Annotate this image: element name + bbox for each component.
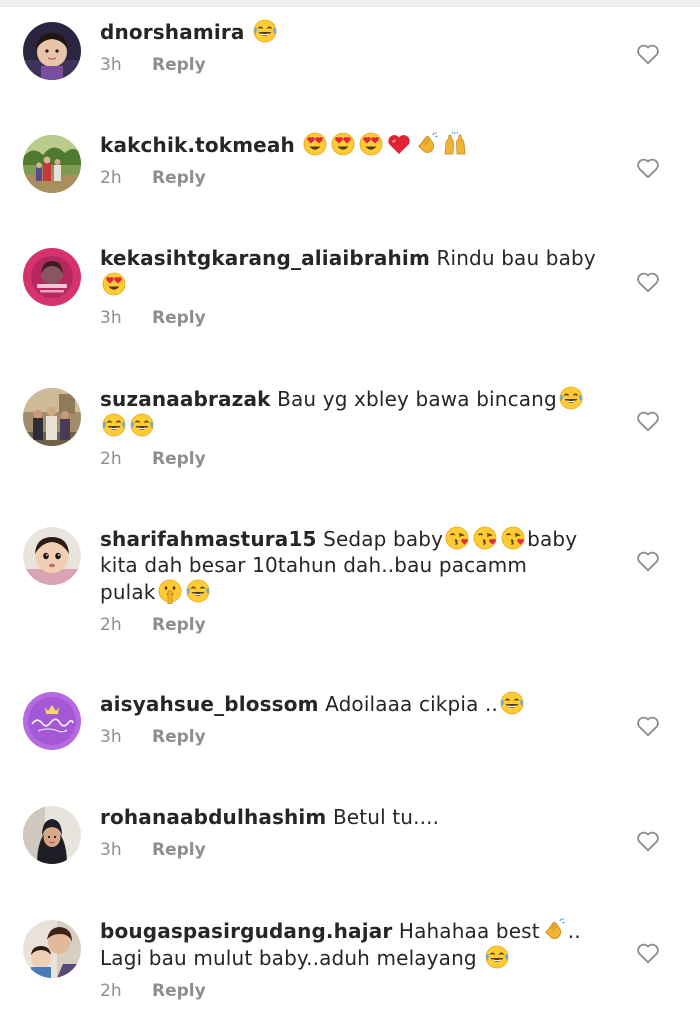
clapping-hands-emoji [414,131,440,157]
comment-message: baby [527,527,578,551]
comment-username[interactable]: aisyahsue_blossom [100,692,319,716]
comment-body: rohanaabdulhashim Betul tu.... 3h Reply [100,804,620,861]
comment-text: dnorshamira [100,18,620,45]
heart-outline-icon[interactable] [636,550,660,572]
reply-button[interactable]: Reply [152,449,206,469]
comment-text: bougaspasirgudang.hajar Hahahaa best.. La… [100,917,620,971]
comment-username[interactable]: suzanaabrazak [100,387,271,411]
joy-emoji [252,18,278,44]
comment-body: sharifahmastura15 Sedap baby baby kita dah… [100,525,620,636]
heart-outline-icon[interactable] [636,157,660,179]
comment-time: 3h [100,55,122,75]
comment-time: 3h [100,308,122,328]
comment-time: 3h [100,727,122,747]
comment-text: kakchik.tokmeah [100,131,620,158]
avatar-family-photo[interactable] [23,920,81,978]
comment-meta: 3h Reply [100,307,620,329]
shush-emoji [157,578,183,604]
reply-button[interactable]: Reply [152,727,206,747]
avatar-group-photo[interactable] [23,388,81,446]
heart-outline-icon[interactable] [636,410,660,432]
avatar-purple-logo[interactable] [23,692,81,750]
comment-text: sharifahmastura15 Sedap baby baby kita dah… [100,525,620,605]
heart-outline-icon[interactable] [636,830,660,852]
comment-message: .. [567,919,581,943]
comment-body: bougaspasirgudang.hajar Hahahaa best.. La… [100,917,620,1002]
comment-body: dnorshamira 3h Reply [100,18,620,76]
reply-button[interactable]: Reply [152,168,206,188]
reply-button[interactable]: Reply [152,981,206,1001]
heart-eyes-emoji [330,131,356,157]
comment-meta: 3h Reply [100,726,620,748]
avatar-woman-photo[interactable] [23,806,81,864]
joy-emoji [101,412,127,438]
comment-username[interactable]: kakchik.tokmeah [100,133,295,157]
avatar-child-photo[interactable] [23,22,81,80]
heart-eyes-emoji [101,271,127,297]
comment-text: suzanaabrazak Bau yg xbley bawa bincang [100,385,620,439]
comment-text: rohanaabdulhashim Betul tu.... [100,804,620,830]
comment-username[interactable]: rohanaabdulhashim [100,805,326,829]
comment-text: aisyahsue_blossom Adoilaaa cikpia .. [100,690,620,717]
avatar-pink-logo[interactable] [23,248,81,306]
reply-button[interactable]: Reply [152,840,206,860]
comment-message: Betul tu.... [332,805,440,829]
joy-emoji [129,412,155,438]
red-heart-emoji [386,131,412,157]
raising-hands-emoji [442,131,468,157]
comment-meta: 2h Reply [100,614,620,636]
avatar-outdoor-photo[interactable] [23,135,81,193]
avatar-baby-photo[interactable] [23,527,81,585]
joy-emoji [499,690,525,716]
kiss-emoji [444,525,470,551]
comment-time: 2h [100,981,122,1001]
comment-message: Hahahaa best [398,919,540,943]
comment-meta: 2h Reply [100,167,620,189]
comment-list: dnorshamira 3h Reply kakchik.tokmeah 2h Re… [0,0,700,1024]
comment-time: 3h [100,840,122,860]
comment-body: kekasihtgkarang_aliaibrahim Rindu bau ba… [100,245,620,329]
comment-message: Adoilaaa cikpia .. [325,692,499,716]
comment-body: suzanaabrazak Bau yg xbley bawa bincang … [100,385,620,470]
heart-eyes-emoji [358,131,384,157]
kiss-emoji [472,525,498,551]
joy-emoji [484,944,510,970]
comment-username[interactable]: kekasihtgkarang_aliaibrahim [100,246,430,270]
comment-body: kakchik.tokmeah 2h Reply [100,131,620,189]
comment-time: 2h [100,615,122,635]
comment-message: pulak [100,580,156,604]
comment-time: 2h [100,168,122,188]
heart-outline-icon[interactable] [636,43,660,65]
comment-message: Rindu bau baby [436,246,596,270]
joy-emoji [558,385,584,411]
heart-eyes-emoji [302,131,328,157]
joy-emoji [185,578,211,604]
comment-message: Lagi bau mulut baby..aduh melayang [100,946,484,970]
reply-button[interactable]: Reply [152,308,206,328]
comment-meta: 2h Reply [100,980,620,1002]
heart-outline-icon[interactable] [636,715,660,737]
comment-meta: 3h Reply [100,54,620,76]
comment-text: kekasihtgkarang_aliaibrahim Rindu bau ba… [100,245,620,298]
heart-outline-icon[interactable] [636,942,660,964]
heart-outline-icon[interactable] [636,271,660,293]
clapping-hands-emoji [541,917,567,943]
comment-time: 2h [100,449,122,469]
reply-button[interactable]: Reply [152,55,206,75]
comment-body: aisyahsue_blossom Adoilaaa cikpia .. 3h R… [100,690,620,748]
comment-username[interactable]: sharifahmastura15 [100,527,317,551]
comment-message: Bau yg xbley bawa bincang [277,387,557,411]
comment-meta: 2h Reply [100,448,620,470]
comment-meta: 3h Reply [100,839,620,861]
comment-username[interactable]: dnorshamira [100,20,245,44]
kiss-emoji [500,525,526,551]
comment-message: Sedap baby [323,527,444,551]
comment-message: kita dah besar 10tahun dah..bau pacamm [100,553,527,577]
comment-username[interactable]: bougaspasirgudang.hajar [100,919,392,943]
reply-button[interactable]: Reply [152,615,206,635]
